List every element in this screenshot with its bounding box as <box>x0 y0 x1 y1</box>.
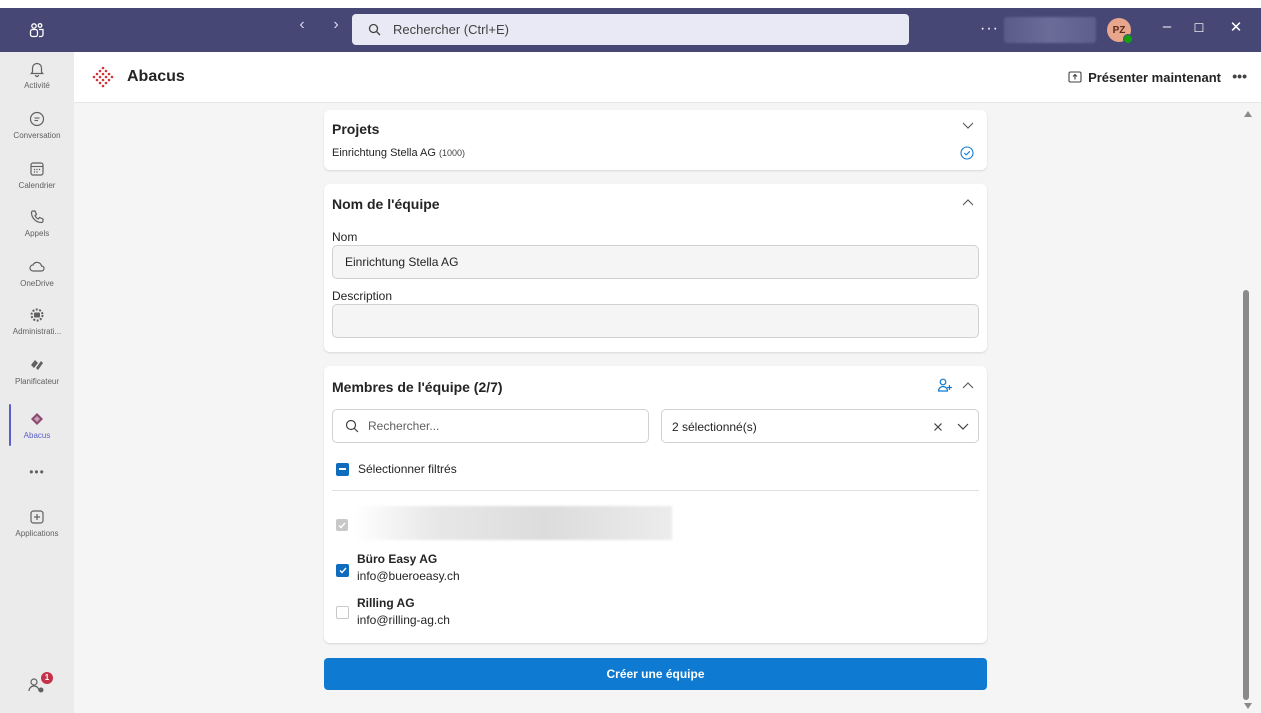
redacted-area <box>1004 17 1096 43</box>
main-content: Projets Einrichtung Stella AG (1000) Nom… <box>74 103 1240 713</box>
abacus-icon <box>31 413 43 425</box>
calendar-icon <box>30 162 44 176</box>
rail-item-label: Activité <box>24 81 50 90</box>
close-button[interactable]: ✕ <box>1224 18 1248 36</box>
member-email: info@bueroeasy.ch <box>357 569 460 583</box>
member-row[interactable] <box>332 506 672 540</box>
member-row[interactable]: Rilling AG info@rilling-ag.ch <box>332 595 732 631</box>
selected-project: Einrichtung Stella AG (1000) <box>332 147 465 159</box>
rail-item-abacus[interactable]: Abacus <box>0 410 74 440</box>
select-filtered-label: Sélectionner filtrés <box>358 462 457 476</box>
header-more-button[interactable]: ••• <box>1232 68 1247 84</box>
team-name-input[interactable]: Einrichtung Stella AG <box>332 245 979 279</box>
clear-icon[interactable] <box>933 422 943 432</box>
chevron-up-icon[interactable] <box>962 381 974 389</box>
teams-logo-icon[interactable] <box>0 22 74 38</box>
bell-icon <box>30 62 44 78</box>
planner-icon <box>31 360 43 370</box>
member-search-input[interactable]: Rechercher... <box>332 409 649 443</box>
app-header: Abacus Présenter maintenant ••• <box>74 52 1261 103</box>
scroll-up-arrow-icon[interactable] <box>1244 111 1252 117</box>
forward-arrow-icon[interactable]: › <box>326 16 346 34</box>
rail-item-planner[interactable]: Planificateur <box>0 356 74 386</box>
team-name-card: Nom de l'équipe Nom Einrichtung Stella A… <box>324 184 987 352</box>
rail-item-onedrive[interactable]: OneDrive <box>0 258 74 288</box>
cloud-icon <box>29 261 45 272</box>
team-members-card: Membres de l'équipe (2/7) Rechercher... … <box>324 366 987 643</box>
member-name: Rilling AG <box>357 596 415 610</box>
projects-card: Projets Einrichtung Stella AG (1000) <box>324 110 987 170</box>
present-now-button[interactable]: Présenter maintenant <box>1068 70 1221 85</box>
members-title: Membres de l'équipe (2/7) <box>332 379 503 395</box>
app-title: Abacus <box>127 68 185 85</box>
description-input[interactable] <box>332 304 979 338</box>
titlebar-more-button[interactable]: ··· <box>980 20 999 38</box>
user-avatar[interactable]: PZ <box>1107 18 1133 44</box>
add-person-icon[interactable] <box>937 377 953 393</box>
app-rail: Activité Conversation Calendrier Appels … <box>0 52 74 713</box>
back-arrow-icon[interactable]: ‹ <box>292 16 312 34</box>
maximize-button[interactable]: ☐ <box>1187 21 1211 35</box>
disabled-checked-checkbox <box>336 519 348 531</box>
projects-title: Projets <box>332 121 380 137</box>
indeterminate-checkbox[interactable] <box>336 462 349 476</box>
presence-available-icon <box>1123 34 1133 44</box>
rail-item-label: OneDrive <box>20 279 54 288</box>
checked-checkbox[interactable] <box>336 564 349 577</box>
share-screen-icon <box>1068 71 1082 83</box>
member-name: Büro Easy AG <box>357 552 438 566</box>
member-row[interactable]: Büro Easy AG info@bueroeasy.ch <box>332 551 732 587</box>
project-id: (1000) <box>439 148 466 158</box>
minimize-button[interactable]: – <box>1155 18 1179 35</box>
chevron-down-icon[interactable] <box>962 122 974 130</box>
rail-item-administration[interactable]: Administrati... <box>0 306 74 336</box>
team-name-title: Nom de l'équipe <box>332 196 440 212</box>
search-icon <box>368 23 381 36</box>
global-search-placeholder: Rechercher (Ctrl+E) <box>393 22 509 37</box>
chevron-up-icon[interactable] <box>962 198 974 206</box>
abacus-logo-icon <box>90 65 116 96</box>
rail-item-label: Appels <box>24 229 50 238</box>
selection-summary: 2 sélectionné(s) <box>672 420 757 434</box>
notification-badge: 1 <box>41 672 53 684</box>
rail-item-calls[interactable]: Appels <box>0 208 74 238</box>
select-filtered-option[interactable]: Sélectionner filtrés <box>336 462 457 476</box>
create-team-button[interactable]: Créer une équipe <box>324 658 987 690</box>
present-now-label: Présenter maintenant <box>1088 70 1221 85</box>
rail-item-label: Abacus <box>23 431 51 440</box>
search-icon <box>345 419 359 433</box>
check-circle-icon <box>960 146 974 160</box>
scroll-down-arrow-icon[interactable] <box>1244 703 1252 709</box>
description-label: Description <box>332 289 393 303</box>
divider <box>332 490 979 491</box>
chevron-down-icon[interactable] <box>957 423 969 431</box>
rail-item-conversation[interactable]: Conversation <box>0 110 74 140</box>
rail-item-calendar[interactable]: Calendrier <box>0 160 74 190</box>
more-apps-icon[interactable]: ••• <box>0 465 74 479</box>
rail-item-label: Conversation <box>13 131 61 140</box>
member-selection-dropdown[interactable]: 2 sélectionné(s) <box>661 409 979 443</box>
chat-icon <box>29 111 45 127</box>
member-search-placeholder: Rechercher... <box>368 419 440 433</box>
phone-icon <box>30 210 44 224</box>
unchecked-checkbox[interactable] <box>336 606 349 619</box>
redacted-member <box>354 506 672 540</box>
admin-gear-icon <box>30 308 44 322</box>
name-label: Nom <box>332 230 358 244</box>
plus-square-icon <box>30 510 44 524</box>
window-top-strip <box>0 0 1261 8</box>
rail-item-label: Planificateur <box>14 377 60 386</box>
project-name: Einrichtung Stella AG <box>332 147 436 159</box>
rail-item-label: Administrati... <box>12 327 62 336</box>
avatar-initials: PZ <box>1112 24 1126 36</box>
help-people-button[interactable]: 1 <box>0 672 74 699</box>
title-bar: ‹ › Rechercher (Ctrl+E) ··· PZ – ☐ ✕ <box>0 8 1261 52</box>
global-search-input[interactable]: Rechercher (Ctrl+E) <box>352 14 909 45</box>
rail-item-activity[interactable]: Activité <box>0 60 74 90</box>
member-email: info@rilling-ag.ch <box>357 613 450 627</box>
rail-item-applications[interactable]: Applications <box>0 508 74 538</box>
rail-item-label: Applications <box>15 529 59 538</box>
rail-item-label: Calendrier <box>18 181 56 190</box>
scrollbar-thumb[interactable] <box>1243 290 1249 700</box>
